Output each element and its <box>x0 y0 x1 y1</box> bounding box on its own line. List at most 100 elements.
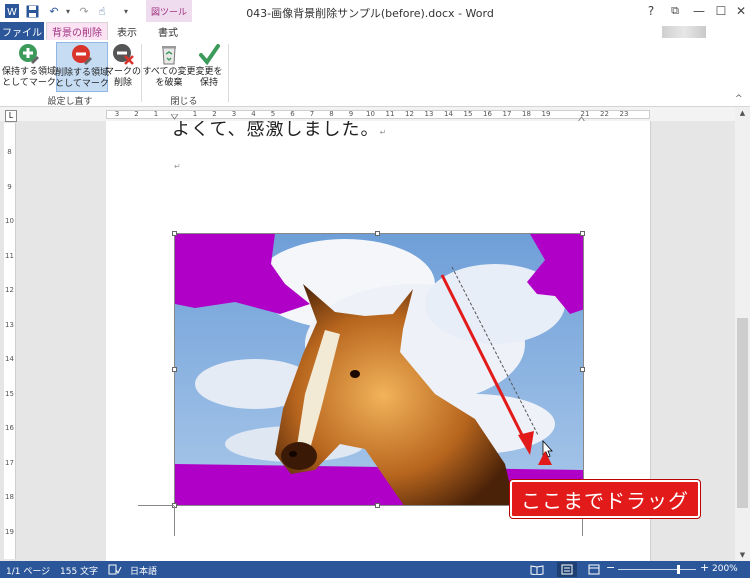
indent-marker[interactable] <box>170 111 179 120</box>
drag-annotation <box>440 266 553 465</box>
zoom-slider-thumb[interactable] <box>677 565 680 574</box>
arrowhead-icon <box>518 431 534 455</box>
tab-selector[interactable]: L <box>5 110 17 122</box>
delete-mark-icon <box>112 43 134 65</box>
scroll-thumb[interactable] <box>737 318 748 508</box>
keep-label-1: 変更を <box>195 67 223 77</box>
zoom-out-button[interactable]: − <box>606 561 615 574</box>
customize-qat-icon[interactable]: ▾ <box>118 3 134 19</box>
resize-handle[interactable] <box>375 231 380 236</box>
ruler-number: 3 <box>231 110 237 118</box>
vertical-ruler-number: 19 <box>5 527 14 536</box>
ruler-number: 4 <box>251 110 256 118</box>
close-button[interactable]: ✕ <box>730 2 750 20</box>
keep-changes-button[interactable]: 変更を 保持 <box>194 42 224 92</box>
page-count[interactable]: 1/1 ページ <box>6 564 50 577</box>
scroll-down-icon[interactable]: ▼ <box>737 551 748 559</box>
ruler-number: 11 <box>385 110 395 118</box>
ruler-number: 3 <box>114 110 120 118</box>
undo-dropdown-icon[interactable]: ▾ <box>60 3 76 19</box>
help-button[interactable]: ? <box>640 2 662 20</box>
redo-icon[interactable]: ↷ <box>76 3 92 19</box>
resize-handle[interactable] <box>580 231 585 236</box>
ruler-number: 2 <box>212 110 217 118</box>
vertical-ruler-number: 9 <box>7 182 12 191</box>
keep-label-2: 保持 <box>199 78 218 88</box>
ruler-number: 6 <box>290 110 295 118</box>
svg-text:W: W <box>7 7 17 18</box>
ruler-number: 8 <box>329 110 334 118</box>
vertical-ruler-number: 14 <box>5 355 14 363</box>
document-text-line[interactable]: よくて、感激しました。↵ <box>172 121 387 141</box>
mark-delete-label-1: 削除する領域 <box>55 68 110 78</box>
minimize-button[interactable]: — <box>688 2 710 20</box>
discard-all-changes-button[interactable]: すべての変更 を破棄 <box>142 42 196 92</box>
ruler-number: 7 <box>309 110 315 118</box>
ruler-number: 16 <box>483 110 492 118</box>
right-indent-marker[interactable] <box>577 113 586 123</box>
crop-line <box>138 505 174 506</box>
print-layout-icon[interactable] <box>561 564 573 578</box>
context-group-label: 図ツール <box>150 8 187 18</box>
vertical-ruler-number: 18 <box>5 493 14 501</box>
vertical-ruler-number: 11 <box>5 251 14 260</box>
minus-pencil-icon <box>71 44 93 66</box>
ruler-number: 18 <box>522 110 531 118</box>
maximize-button[interactable]: ☐ <box>710 2 732 20</box>
ruler-number: 19 <box>541 110 551 118</box>
recycle-bin-icon <box>158 43 180 65</box>
scroll-up-icon[interactable]: ▲ <box>737 109 748 117</box>
collapse-ribbon-button[interactable]: ^ <box>735 94 743 104</box>
word-app-icon[interactable]: W <box>4 3 20 19</box>
ruler-number: 17 <box>502 110 512 118</box>
drag-arrow <box>440 274 528 444</box>
mark-areas-to-keep-button[interactable]: 保持する領域 としてマーク <box>2 42 56 92</box>
read-mode-icon[interactable] <box>530 564 544 578</box>
delete-mark-button[interactable]: マークの 削除 <box>105 42 142 92</box>
resize-handle[interactable] <box>172 367 177 372</box>
ribbon-display-button[interactable]: ⧉ <box>664 2 686 20</box>
word-count[interactable]: 155 文字 <box>60 564 98 577</box>
resize-handle[interactable] <box>580 367 585 372</box>
web-layout-icon[interactable] <box>588 564 600 578</box>
mark-keep-label-1: 保持する領域 <box>2 67 57 77</box>
ruler-number: 10 <box>366 110 375 118</box>
touch-mode-icon[interactable]: ☝ <box>94 3 110 19</box>
ruler-number: 23 <box>619 110 629 118</box>
tab-file[interactable]: ファイル <box>0 22 44 40</box>
vertical-ruler-number: 16 <box>5 424 14 432</box>
delete-mark-label-1: マークの <box>105 67 142 77</box>
proofing-icon[interactable] <box>108 564 122 578</box>
language[interactable]: 日本語 <box>130 564 157 577</box>
tab-format[interactable]: 書式 <box>148 22 188 40</box>
discard-label-2: を破棄 <box>155 78 183 88</box>
tab-background-removal[interactable]: 背景の削除 <box>46 22 108 40</box>
ruler-number: 2 <box>134 110 139 118</box>
ruler-number: 5 <box>270 110 276 118</box>
paragraph-mark: ↵ <box>174 162 181 171</box>
group-label-close: 閉じる <box>170 97 198 107</box>
zoom-in-button[interactable]: + <box>700 561 709 574</box>
horizontal-ruler[interactable] <box>106 110 650 119</box>
drag-guide-line <box>451 266 539 436</box>
vertical-ruler-number: 13 <box>5 320 14 329</box>
callout-pointer <box>538 451 552 465</box>
discard-label-1: すべての変更 <box>142 67 196 77</box>
resize-handle[interactable] <box>172 231 177 236</box>
ruler-number: 12 <box>405 110 414 118</box>
vertical-ruler-number: 8 <box>7 148 12 156</box>
ruler-number: 14 <box>444 110 453 118</box>
tab-view[interactable]: 表示 <box>110 22 144 40</box>
resize-handle[interactable] <box>375 503 380 508</box>
delete-mark-label-2: 削除 <box>114 78 133 88</box>
ribbon-divider <box>228 44 229 102</box>
vertical-ruler-number: 17 <box>5 458 14 467</box>
zoom-slider[interactable] <box>618 569 696 570</box>
checkmark-icon <box>198 43 220 66</box>
mark-delete-label-2: としてマーク <box>55 79 109 89</box>
mark-areas-to-remove-button[interactable]: 削除する領域 としてマーク <box>55 42 110 92</box>
zoom-level[interactable]: 200% <box>712 564 738 574</box>
user-account[interactable] <box>662 26 706 38</box>
ruler-number: 9 <box>348 110 354 118</box>
save-icon[interactable] <box>24 3 40 19</box>
